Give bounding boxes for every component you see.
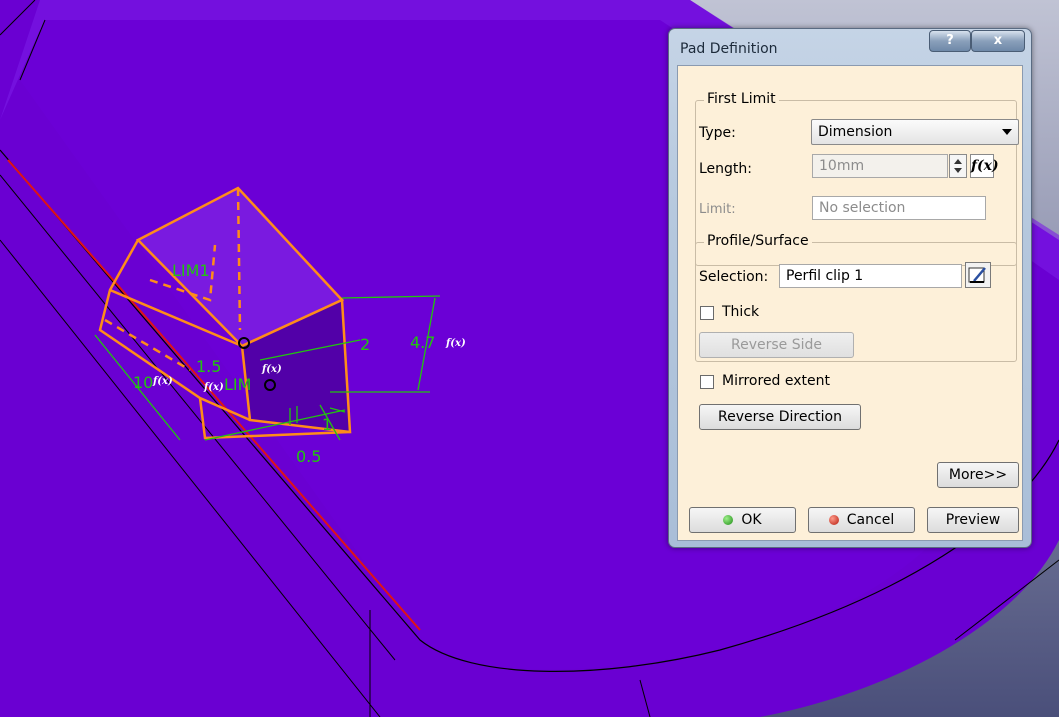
dialog-title: Pad Definition: [680, 41, 778, 57]
sketch-edit-button[interactable]: [965, 262, 991, 288]
more-button[interactable]: More>>: [937, 462, 1019, 488]
dimension-10[interactable]: 10: [133, 373, 153, 392]
reverse-direction-button[interactable]: Reverse Direction: [699, 404, 861, 430]
chevron-down-icon: [1002, 129, 1012, 135]
dimension-2[interactable]: 2: [360, 335, 370, 354]
mirrored-extent-checkbox[interactable]: [700, 375, 714, 389]
dimension-1-5[interactable]: 1.5: [196, 357, 221, 376]
dialog-body: First Limit Type: Dimension Length: 10mm…: [677, 65, 1023, 541]
length-spinner[interactable]: [949, 154, 967, 178]
formula-icon: f(x): [152, 376, 173, 387]
type-label: Type:: [699, 125, 736, 141]
formula-button[interactable]: f(x): [970, 154, 999, 178]
reverse-side-button[interactable]: Reverse Side: [699, 332, 854, 358]
preview-button[interactable]: Preview: [927, 507, 1019, 533]
ok-icon: [723, 515, 734, 525]
sketch-edit-icon: [968, 267, 986, 283]
close-button[interactable]: x: [971, 30, 1025, 52]
cancel-button[interactable]: Cancel: [808, 507, 915, 533]
cancel-icon: [828, 515, 839, 525]
dimension-4-7[interactable]: 4.7: [410, 333, 435, 352]
type-select[interactable]: Dimension: [811, 119, 1019, 145]
length-label: Length:: [699, 161, 753, 177]
ok-label: OK: [741, 512, 762, 528]
sketch-label-lim2[interactable]: LIM: [224, 375, 251, 394]
formula-icon: f(x): [203, 382, 224, 393]
thick-checkbox[interactable]: [700, 306, 714, 320]
selection-label: Selection:: [699, 269, 769, 285]
limit-label: Limit:: [699, 202, 736, 217]
sketch-label-lim1[interactable]: LIM1: [172, 261, 210, 280]
help-button[interactable]: ?: [929, 30, 971, 52]
dimension-0-5[interactable]: 0.5: [296, 447, 321, 466]
first-limit-title: First Limit: [704, 91, 779, 107]
cancel-label: Cancel: [846, 512, 895, 528]
selection-field[interactable]: Perfil clip 1: [779, 264, 962, 288]
limit-field[interactable]: No selection: [812, 196, 986, 220]
dimension-1[interactable]: 1: [322, 415, 332, 434]
formula-icon: f(x): [261, 364, 282, 375]
ok-button[interactable]: OK: [689, 507, 796, 533]
type-select-value: Dimension: [818, 124, 893, 140]
pad-definition-dialog: Pad Definition ? x First Limit Type: Dim…: [668, 28, 1032, 548]
length-input[interactable]: 10mm: [812, 154, 948, 178]
formula-icon: f(x): [445, 338, 466, 349]
thick-label: Thick: [722, 304, 760, 320]
mirrored-extent-label: Mirrored extent: [722, 373, 831, 389]
profile-surface-title: Profile/Surface: [704, 233, 812, 249]
